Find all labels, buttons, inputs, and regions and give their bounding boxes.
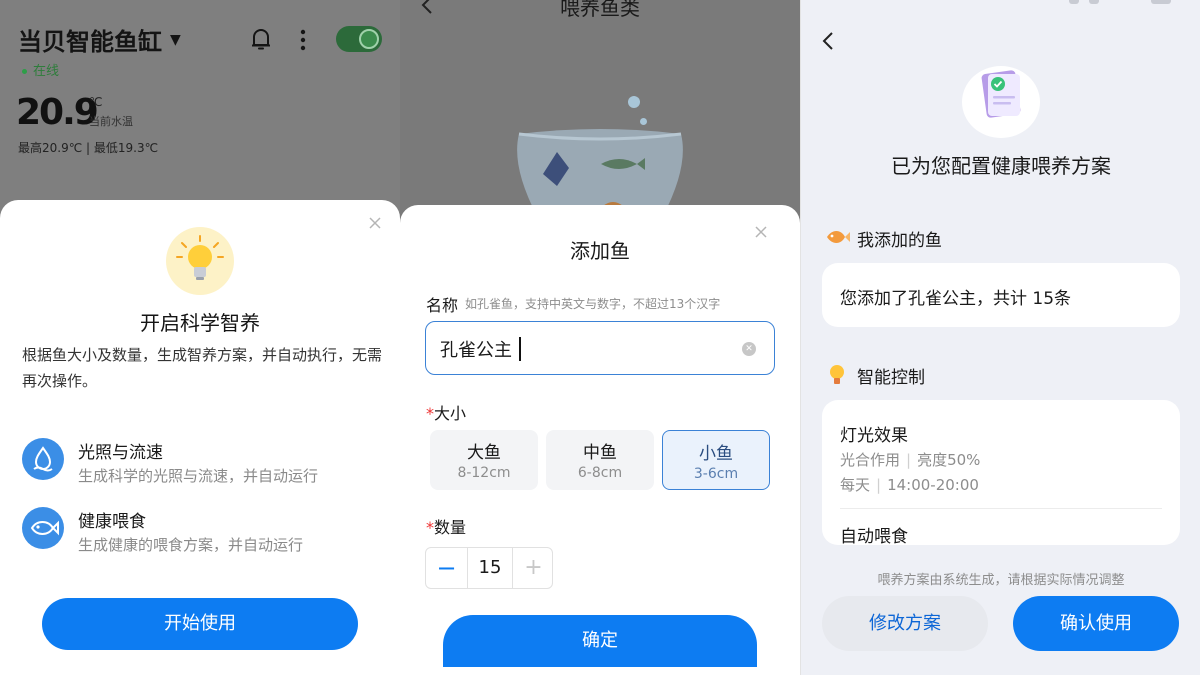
temperature-unit: ℃	[89, 95, 103, 109]
feature-desc: 生成健康的喂食方案，并自动运行	[78, 536, 304, 554]
size-label: *大小	[426, 404, 467, 423]
fish-icon	[827, 231, 850, 243]
add-fish-sheet: 添加鱼 名称 如孔雀鱼，支持中英文与数字，不超过13个汉字 孔雀公主 ✕ *大小…	[400, 205, 800, 675]
device-name-dropdown[interactable]: 当贝智能鱼缸 ▼	[18, 22, 181, 57]
smart-control-section-title: 智能控制	[857, 368, 925, 388]
power-toggle[interactable]	[336, 26, 382, 52]
panel-feeding-plan: 已为您配置健康喂养方案 我添加的鱼 您添加了孔雀公主，共计 15条 智能控制 灯…	[800, 0, 1200, 675]
back-arrow-icon[interactable]	[821, 32, 835, 52]
water-drop-icon	[22, 438, 64, 480]
light-effect-settings: 光合作用 | 亮度50%	[840, 451, 981, 469]
quantity-value[interactable]: 15	[468, 548, 512, 588]
status-dot	[22, 69, 27, 74]
close-icon[interactable]	[368, 216, 382, 230]
fish-icon	[22, 507, 64, 549]
fishbowl-illustration	[517, 129, 683, 216]
light-effect-schedule: 每天 | 14:00-20:00	[840, 476, 979, 494]
name-label: 名称	[426, 296, 459, 315]
light-effect-title: 灯光效果	[840, 426, 908, 446]
feature-title: 光照与流速	[78, 443, 163, 463]
sheet-title: 开启科学智养	[140, 311, 260, 335]
status-bar-fragment	[1089, 0, 1099, 4]
my-fish-section-title: 我添加的鱼	[857, 231, 942, 251]
size-option-small[interactable]: 小鱼 3-6cm	[662, 430, 770, 490]
lightbulb-icon	[166, 227, 234, 295]
feature-title: 健康喂食	[78, 512, 146, 532]
plan-disclaimer: 喂养方案由系统生成，请根据实际情况调整	[877, 573, 1125, 588]
status-bar-fragment	[1069, 0, 1079, 4]
clear-input-icon[interactable]: ✕	[742, 342, 756, 356]
device-name: 当贝智能鱼缸	[18, 28, 162, 56]
plan-headline: 已为您配置健康喂养方案	[891, 154, 1111, 178]
fish-summary: 您添加了孔雀公主，共计 15条	[840, 289, 1072, 309]
quantity-label: *数量	[426, 518, 467, 537]
name-hint: 如孔雀鱼，支持中英文与数字，不超过13个汉字	[465, 297, 721, 311]
temperature-label: 当前水温	[89, 115, 133, 128]
more-options-icon[interactable]	[293, 28, 313, 52]
confirm-use-button[interactable]: 确认使用	[1013, 596, 1179, 651]
sheet-title: 添加鱼	[570, 239, 630, 263]
decrement-button[interactable]: −	[426, 548, 468, 588]
caret-down-icon: ▼	[170, 31, 181, 48]
online-status: 在线	[22, 60, 59, 79]
feature-desc: 生成科学的光照与流速，并自动运行	[78, 467, 319, 485]
size-option-large[interactable]: 大鱼 8-12cm	[430, 430, 538, 490]
bubble-decoration	[640, 118, 647, 125]
bell-icon[interactable]	[249, 26, 273, 52]
lightbulb-icon	[830, 365, 844, 384]
smart-control-card: 灯光效果 光合作用 | 亮度50% 每天 | 14:00-20:00 自动喂食	[822, 400, 1180, 547]
bubble-decoration	[628, 96, 640, 108]
divider	[840, 508, 1162, 509]
fish-summary-card: 您添加了孔雀公主，共计 15条	[822, 263, 1180, 327]
power-icon	[359, 29, 379, 49]
plan-document-icon	[962, 66, 1040, 138]
water-temperature: 20.9	[16, 92, 99, 133]
status-bar-fragment	[1151, 0, 1171, 4]
panel-add-fish: 喂养鱼类 添加鱼 名称 如孔雀鱼，支持中英文与数字，不超过13个汉字 孔雀公主 …	[400, 0, 800, 675]
page-title: 喂养鱼类	[560, 0, 640, 20]
sheet-description: 根据鱼大小及数量，生成智养方案，并自动执行，无需再次操作。	[22, 346, 383, 390]
modify-plan-button[interactable]: 修改方案	[822, 596, 988, 651]
temperature-range: 最高20.9℃ | 最低19.3℃	[18, 141, 159, 155]
increment-button[interactable]: +	[512, 548, 554, 588]
auto-feed-title: 自动喂食	[840, 527, 908, 547]
start-using-button[interactable]: 开始使用	[42, 598, 358, 650]
fish-name-input[interactable]: 孔雀公主 ✕	[425, 321, 775, 375]
intro-bottom-sheet: 开启科学智养 根据鱼大小及数量，生成智养方案，并自动执行，无需再次操作。 光照与…	[0, 200, 400, 675]
text-cursor	[519, 337, 521, 361]
quantity-stepper: − 15 +	[425, 547, 553, 589]
fish-name-value: 孔雀公主	[440, 340, 512, 361]
confirm-button[interactable]: 确定	[443, 615, 757, 667]
panel-smart-feeding-intro: 当贝智能鱼缸 ▼ 在线 20.9 ℃ 当前水温 最高20.9℃ | 最低19.3…	[0, 0, 400, 675]
size-option-medium[interactable]: 中鱼 6-8cm	[546, 430, 654, 490]
